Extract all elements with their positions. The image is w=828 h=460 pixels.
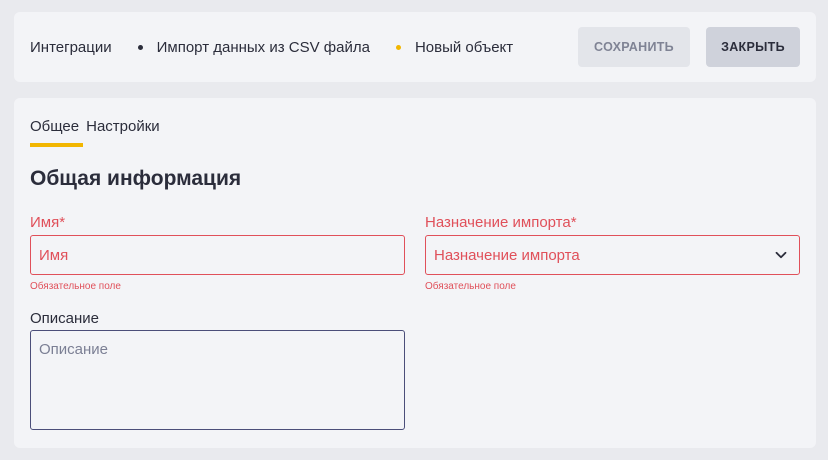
description-field-label: Описание [30, 310, 100, 327]
name-input[interactable]: Имя [30, 235, 405, 275]
header-actions: СОХРАНИТЬ ЗАКРЫТЬ [578, 27, 800, 67]
section-title: Общая информация [30, 167, 242, 190]
page-header: Интеграции Импорт данных из CSV файла Но… [14, 12, 816, 82]
close-button[interactable]: ЗАКРЫТЬ [706, 27, 800, 67]
tab-general[interactable]: Общее [30, 118, 84, 147]
chevron-down-icon[interactable] [775, 249, 787, 261]
purpose-field-label: Назначение импорта* [425, 214, 577, 231]
tab-settings[interactable]: Настройки [86, 118, 160, 135]
purpose-select-placeholder: Назначение импорта [434, 246, 580, 264]
breadcrumb-item-csv-import[interactable]: Импорт данных из CSV файла [157, 39, 370, 56]
description-textarea[interactable]: Описание [30, 330, 405, 430]
name-error-message: Обязательное поле [30, 281, 121, 292]
breadcrumb-item-integrations[interactable]: Интеграции [30, 39, 112, 56]
breadcrumb: Интеграции Импорт данных из CSV файла Но… [30, 39, 513, 56]
purpose-error-message: Обязательное поле [425, 281, 516, 292]
breadcrumb-separator-dot [395, 44, 401, 50]
breadcrumb-separator-dot [137, 44, 143, 50]
name-field-label: Имя* [30, 214, 66, 231]
save-button[interactable]: СОХРАНИТЬ [578, 27, 690, 67]
breadcrumb-item-current: Новый объект [414, 38, 514, 56]
tab-bar: Общее Настройки [30, 118, 167, 147]
form-panel: Общее Настройки Общая информация Имя* Им… [14, 98, 816, 448]
purpose-select[interactable]: Назначение импорта [425, 235, 800, 275]
